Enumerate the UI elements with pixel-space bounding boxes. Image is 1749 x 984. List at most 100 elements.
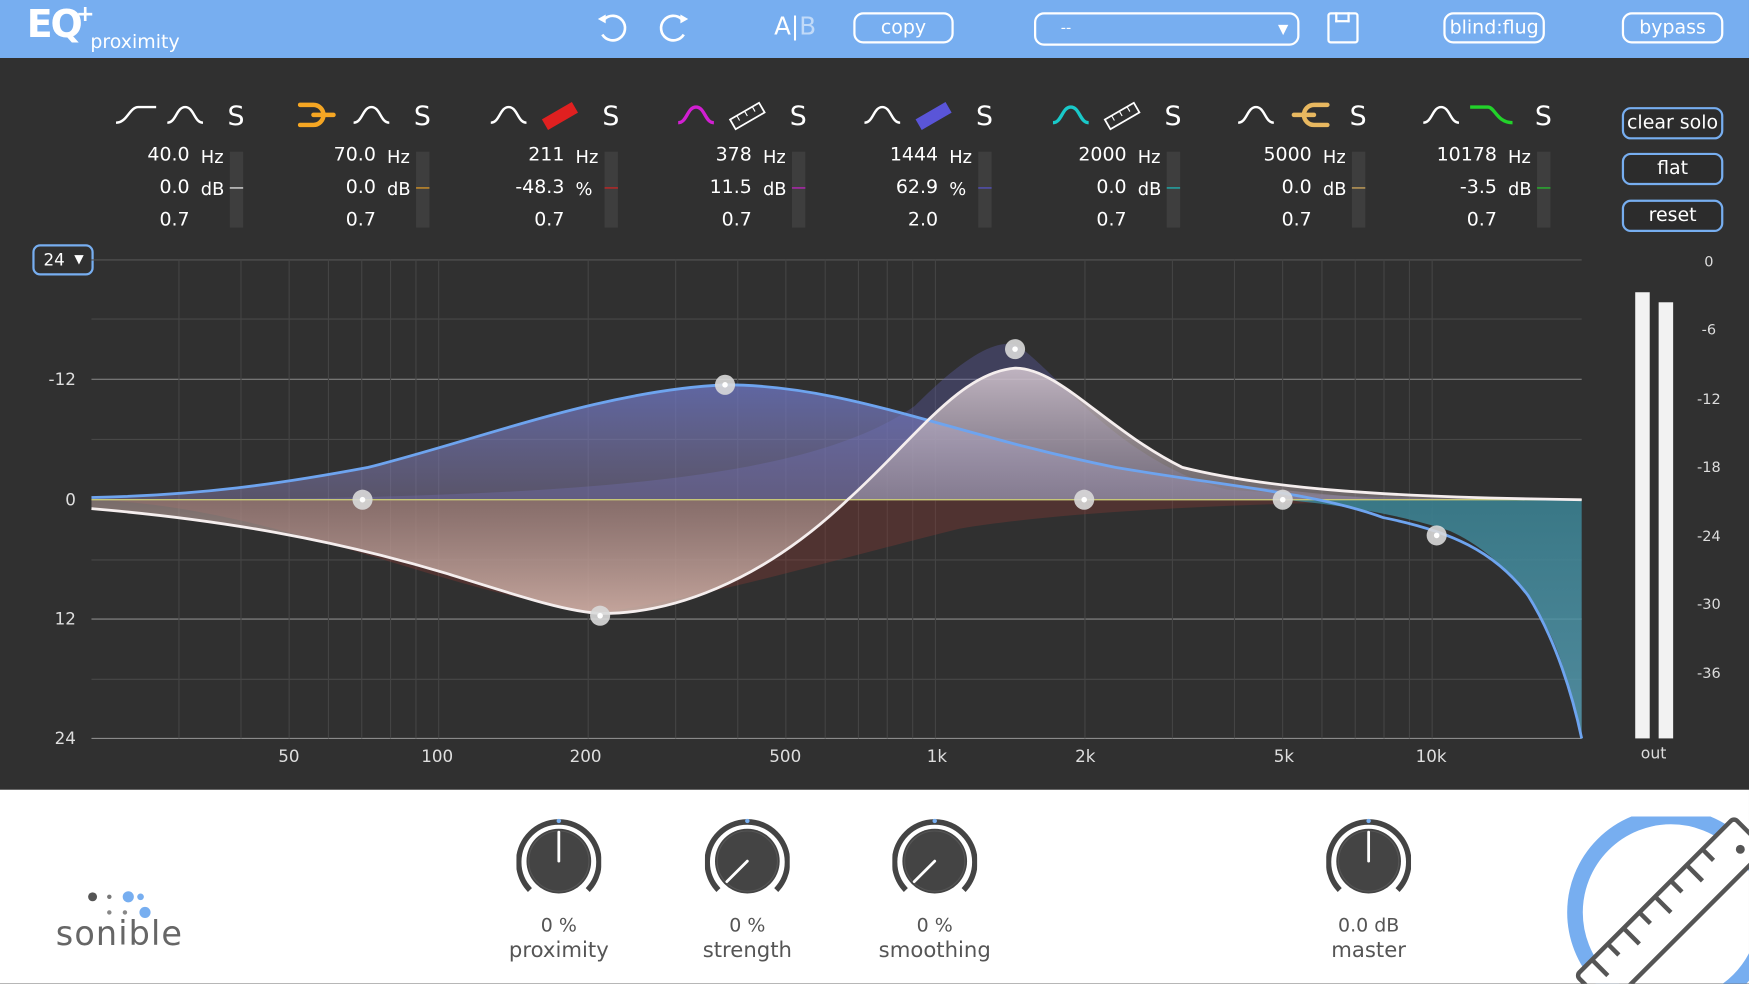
undo-icon[interactable] [593,10,633,46]
band-solo-button[interactable]: S [790,100,807,131]
smoothing-knob[interactable] [892,818,978,904]
ab-a-button[interactable]: A [774,13,791,41]
band-solo-button[interactable]: S [1535,100,1552,131]
band-node-handle[interactable] [1074,489,1095,510]
band-freq-value[interactable]: 211 [486,144,564,166]
band-solo-button[interactable]: S [228,100,245,131]
x-axis-label: 10k [1416,746,1447,766]
band-gain-value[interactable]: 0.0 [112,176,189,198]
band-1-controls: S 40.0 Hz 0.0 dB 0.7 [112,98,268,232]
eq-plus-mark: + [75,0,95,27]
band-solo-button[interactable]: S [1350,100,1367,131]
band-gain-value[interactable]: 0.0 [1234,176,1312,198]
band-gain-value[interactable]: 62.9 [860,176,938,198]
sonible-logo: sonible [55,914,184,954]
smoothing-label: smoothing [878,938,991,963]
output-meter-tick: -30 [1696,596,1721,614]
clear-solo-button[interactable]: clear solo [1621,107,1724,140]
band-node-handle[interactable] [1272,489,1293,510]
proximity-knob[interactable] [516,818,602,904]
band-level-meter [1351,151,1366,228]
band-q-value[interactable]: 0.7 [112,209,189,231]
band-freq-unit: Hz [949,146,973,168]
band-solo-button[interactable]: S [602,100,619,131]
band-gain-unit: dB [200,178,225,200]
copy-button[interactable]: copy [853,12,954,44]
y-axis-label: -12 [49,369,76,389]
band-q-value[interactable]: 0.7 [1419,209,1497,231]
band-freq-unit: Hz [1508,146,1531,168]
blind-flug-button[interactable]: blind:flug [1443,12,1545,44]
band-freq-value[interactable]: 1444 [860,144,938,166]
band-5-controls: S 1444 Hz 62.9% 2.0 [860,98,1016,232]
ab-compare-toggle[interactable]: A|B [774,13,816,41]
preset-dropdown[interactable]: -- ▼ [1034,12,1300,46]
x-axis-label: 50 [278,746,299,766]
bypass-button[interactable]: bypass [1621,12,1724,44]
top-toolbar: EQ + proximity A|B copy -- ▼ blind:flug … [0,0,1749,59]
x-axis-label: 500 [769,746,801,766]
band-q-value[interactable]: 2.0 [860,209,938,231]
band-freq-unit: Hz [1137,146,1161,168]
save-icon[interactable] [1327,12,1359,44]
band-freq-value[interactable]: 40.0 [112,144,189,166]
output-meter-tick: 0 [1704,254,1714,272]
band-gain-value[interactable]: -48.3 [486,176,564,198]
band-node-handle[interactable] [590,605,611,626]
proximity-value: 0 % [540,914,577,937]
output-meter-tick: -12 [1696,391,1721,409]
band-2-controls: S 70.0 Hz 0.0 dB 0.7 [297,98,454,232]
band-gain-value[interactable]: 0.0 [298,176,376,198]
band-level-meter [1537,151,1551,228]
master-knob[interactable] [1326,818,1412,904]
band-level-meter [1166,151,1181,228]
band-freq-value[interactable]: 10178 [1419,144,1497,166]
x-axis-label: 100 [421,746,453,766]
band-freq-value[interactable]: 70.0 [298,144,376,166]
x-axis-label: 200 [570,746,602,766]
ab-b-button[interactable]: B [799,13,816,41]
y-axis-label: 24 [55,728,76,748]
band-q-value[interactable]: 0.7 [1234,209,1312,231]
eq-graph[interactable]: -12 0 12 24 50 100 200 500 1k 2k 5k 10k [0,239,1617,774]
band-q-value[interactable]: 0.7 [1049,209,1126,231]
output-meter-label: out [1640,745,1667,763]
band-node-handle[interactable] [1426,525,1447,546]
band-gain-unit: % [949,178,967,200]
band-solo-button[interactable]: S [976,100,993,131]
strength-value: 0 % [729,914,766,937]
band-freq-value[interactable]: 2000 [1049,144,1126,166]
output-meter-tick: -24 [1696,528,1721,546]
band-gain-value[interactable]: 0.0 [1049,176,1126,198]
band-level-meter [229,151,244,228]
band-freq-value[interactable]: 5000 [1234,144,1311,166]
master-label: master [1331,938,1406,963]
band-q-value[interactable]: 0.7 [486,209,564,231]
output-meter-right-bar [1658,301,1674,739]
x-axis-label: 2k [1075,746,1096,766]
band-q-value[interactable]: 0.7 [298,209,376,231]
band-freq-value[interactable]: 378 [674,144,752,166]
band-node-handle[interactable] [1005,339,1026,360]
x-axis-label: 1k [927,746,948,766]
band-q-value[interactable]: 0.7 [674,209,752,231]
band-8-controls: S 10178 Hz -3.5 dB 0.7 [1419,98,1575,232]
band-gain-unit: dB [1322,178,1347,200]
band-node-handle[interactable] [352,489,373,510]
strength-label: strength [702,938,792,963]
eq-logo: EQ [26,2,83,47]
strength-knob[interactable] [704,818,790,904]
flat-button[interactable]: flat [1621,152,1724,186]
band-gain-unit: dB [1508,178,1532,200]
band-gain-unit: % [575,178,593,200]
output-meter-tick: -36 [1696,665,1721,683]
band-solo-button[interactable]: S [414,100,431,131]
redo-icon[interactable] [653,10,693,46]
band-node-handle[interactable] [714,374,736,395]
band-level-meter [978,151,992,228]
band-solo-button[interactable]: S [1165,100,1182,131]
band-gain-value[interactable]: 11.5 [674,176,752,198]
reset-button[interactable]: reset [1621,199,1724,233]
band-gain-value[interactable]: -3.5 [1419,176,1497,198]
band-freq-unit: Hz [1322,146,1346,168]
